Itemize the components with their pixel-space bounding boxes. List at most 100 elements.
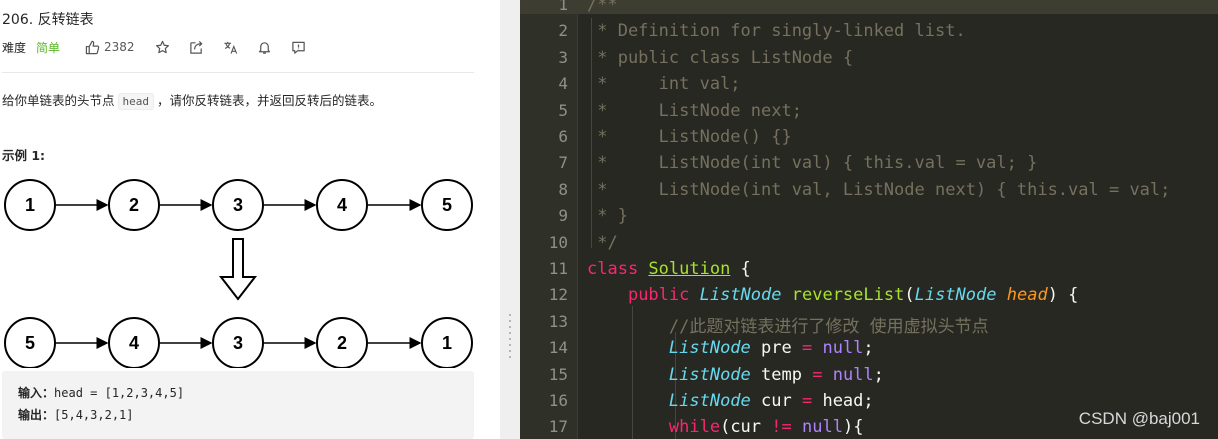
code-token: * Definition for singly-linked list.: [587, 21, 966, 42]
code-token: //此题对链表进行了修改 使用虚拟头节点: [668, 316, 989, 337]
like-count: 2382: [104, 40, 135, 54]
list-node-value: 4: [129, 333, 139, 353]
code-token: while: [668, 417, 721, 438]
down-arrow-icon: [218, 238, 258, 301]
code-line[interactable]: * Definition for singly-linked list.: [587, 21, 966, 42]
problem-description: 给你单链表的头节点 head ，请你反转链表，并返回反转后的链表。: [2, 90, 382, 110]
share-icon[interactable]: [189, 39, 205, 55]
list-node-value: 3: [233, 195, 243, 215]
code-token: class: [587, 259, 649, 279]
bell-icon[interactable]: [257, 39, 273, 55]
output-label: 输出：: [18, 408, 55, 422]
code-token: /**: [587, 0, 618, 15]
line-number: 15: [548, 364, 568, 384]
list-node-value: 3: [233, 333, 243, 353]
reversed-list: 5 4 3 2 1: [4, 317, 473, 368]
divider: [2, 72, 474, 73]
code-line[interactable]: * ListNode(int val, ListNode next) { thi…: [587, 180, 1170, 200]
active-line-highlight: [520, 0, 1218, 14]
line-number: 5: [558, 100, 568, 120]
example-input: 输入：head = [1,2,3,4,5]: [18, 384, 184, 401]
code-line[interactable]: ListNode cur = head;: [587, 391, 874, 411]
line-number: 13: [548, 311, 568, 331]
line-number: 16: [548, 391, 568, 410]
line-number: 12: [548, 285, 568, 305]
example-heading: 示例 1:: [2, 148, 46, 163]
input-label: 输入：: [18, 386, 55, 400]
output-value: [5,4,3,2,1]: [54, 408, 134, 422]
list-node-value: 1: [442, 333, 452, 353]
code-token: null: [832, 364, 874, 385]
star-icon[interactable]: [155, 39, 171, 55]
line-number: 14: [548, 338, 568, 358]
line-number: 4: [558, 74, 568, 94]
code-line[interactable]: */: [587, 233, 617, 253]
code-token: ) {: [1047, 285, 1079, 306]
code-line[interactable]: public ListNode reverseList(ListNode hea…: [587, 285, 1078, 305]
code-token: ;: [863, 338, 874, 359]
code-token: !=: [771, 417, 792, 438]
code-token: * ListNode(int val, ListNode next) { thi…: [587, 179, 1171, 200]
code-token: ListNode: [668, 338, 751, 359]
code-line[interactable]: /**: [587, 0, 618, 15]
code-token: (cur: [720, 417, 772, 438]
code-token: ListNode: [668, 391, 751, 411]
line-number: 7: [558, 153, 568, 173]
code-line[interactable]: * ListNode(int val) { this.val = val; }: [587, 153, 1037, 173]
linked-list-diagram: 1 2 3 4 5 5 4 3 2 1: [4, 179, 473, 368]
code-token: * }: [587, 206, 628, 227]
line-number: 3: [558, 47, 568, 67]
code-token: pre: [750, 338, 802, 359]
example-output: 输出：[5,4,3,2,1]: [18, 406, 134, 423]
code-line[interactable]: ListNode temp = null;: [587, 365, 884, 385]
gutter-border: [577, 0, 578, 439]
code-line[interactable]: ListNode pre = null;: [587, 338, 874, 358]
line-number: 8: [558, 179, 568, 199]
code-token: head;: [812, 391, 874, 411]
difficulty-label: 难度: [2, 40, 27, 55]
panel-resize-handle[interactable]: [500, 0, 520, 439]
problem-title: 206. 反转链表: [2, 12, 94, 28]
code-line[interactable]: //此题对链表进行了修改 使用虚拟头节点: [587, 312, 989, 337]
code-token: ListNode: [699, 285, 782, 306]
code-token: Solution: [648, 259, 731, 279]
code-token: * int val;: [587, 74, 741, 95]
list-node-value: 1: [25, 195, 35, 215]
code-token: =: [812, 364, 823, 385]
line-number: 17: [548, 417, 568, 437]
description-text: 给你单链表的头节点: [2, 93, 115, 108]
code-line[interactable]: class Solution {: [587, 259, 751, 279]
translate-icon[interactable]: [223, 39, 239, 55]
code-line[interactable]: * int val;: [587, 74, 741, 95]
list-node-value: 2: [337, 333, 347, 353]
code-token: * ListNode next;: [587, 100, 802, 121]
code-line[interactable]: while(cur != null){: [587, 417, 864, 438]
code-line[interactable]: * ListNode next;: [587, 101, 802, 121]
code-line[interactable]: * ListNode() {}: [587, 127, 791, 147]
list-node-value: 2: [129, 195, 139, 215]
thumbs-up-icon[interactable]: [84, 39, 100, 55]
code-line[interactable]: * }: [587, 206, 628, 226]
line-number: 11: [548, 259, 568, 278]
list-node-value: 5: [25, 333, 35, 353]
code-token: =: [801, 391, 813, 411]
code-editor[interactable]: 1 2 3 4 5 6 7 8 9 10 11 12 13 14 15 16 17/** * Definitio…: [520, 0, 1218, 439]
code-token: cur: [750, 391, 802, 411]
code-token: =: [801, 338, 813, 359]
code-token: temp: [750, 364, 813, 385]
feedback-icon[interactable]: [291, 39, 307, 55]
input-value: head = [1,2,3,4,5]: [54, 386, 185, 400]
inline-code-head: head: [117, 93, 155, 110]
drag-handle-icon[interactable]: [509, 314, 511, 358]
code-line[interactable]: * public class ListNode {: [587, 48, 853, 68]
code-token: ListNode: [914, 285, 997, 306]
